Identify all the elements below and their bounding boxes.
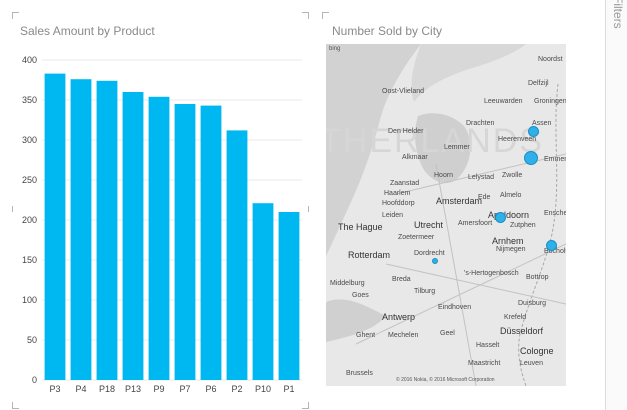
- wadden-sea: [411, 44, 526, 102]
- filters-pane[interactable]: Filters: [605, 0, 627, 410]
- map-place-label: Groningen: [534, 98, 566, 105]
- bar-p7[interactable]: [174, 104, 196, 380]
- map-place-label: Delfzijl: [528, 80, 549, 87]
- x-tick-label: P3: [49, 384, 60, 394]
- bar-p6[interactable]: [200, 105, 222, 380]
- map-place-label: Amersfoort: [458, 220, 493, 227]
- bar-chart-svg: 0 50 100 150 200 250 300 350 400 P3 P4 P18 P13 P9 P7 P6…: [22, 55, 302, 394]
- bar-p4[interactable]: [70, 79, 92, 380]
- map-place-label: Arnhem: [492, 236, 524, 246]
- map-place-label: Ghent: [356, 332, 376, 339]
- map-place-label: The Hague: [338, 222, 383, 232]
- map-place-label: Eindhoven: [438, 304, 472, 311]
- y-tick-label: 400: [22, 55, 37, 65]
- map-place-label: 's-Hertogenbosch: [464, 270, 519, 277]
- x-tick-label: P4: [75, 384, 86, 394]
- map-place-label: Alkmaar: [402, 154, 428, 161]
- map-place-label: Lemmer: [444, 144, 470, 151]
- bar-p1[interactable]: [278, 212, 300, 380]
- bar-p2[interactable]: [226, 130, 248, 380]
- bar-p10[interactable]: [252, 203, 274, 380]
- map-corner-top-left: [322, 12, 329, 19]
- x-tick-label: P18: [99, 384, 115, 394]
- bar-p3[interactable]: [44, 73, 66, 380]
- map-place-label: Leiden: [382, 212, 404, 219]
- map-place-label: Bottrop: [526, 274, 549, 281]
- map-place-label: Amsterdam: [436, 196, 483, 206]
- x-tick-label: P2: [231, 384, 242, 394]
- y-tick-label: 350: [22, 95, 37, 105]
- map-place-label: Lelystad: [468, 174, 495, 181]
- map-place-label: Drachten: [466, 120, 495, 127]
- y-tick-label: 250: [22, 175, 37, 185]
- map-place-label: Cologne: [520, 346, 554, 356]
- map-place-label: Oost-Vlieland: [382, 88, 425, 95]
- map-place-label: Hoofddorp: [382, 200, 415, 207]
- map-place-label: Zaanstad: [390, 180, 420, 187]
- map-place-label: Enschede: [544, 210, 566, 217]
- map-place-label: Haarlem: [384, 190, 411, 197]
- map-place-label: Utrecht: [414, 220, 444, 230]
- y-tick-label: 0: [32, 375, 37, 385]
- y-tick-label: 50: [27, 335, 37, 345]
- bar-p9[interactable]: [148, 96, 170, 381]
- map-place-label: Zutphen: [510, 222, 536, 229]
- map-place-label: Krefeld: [504, 314, 527, 321]
- bing-logo: bing: [329, 46, 341, 52]
- map-place-label: Zwolle: [502, 172, 523, 179]
- map-place-label: Den Helder: [388, 128, 424, 135]
- map-area[interactable]: THERLANDS Noordst Oost-Vlieland Delfzijl Le…: [326, 44, 566, 386]
- map-place-label: Hoorn: [434, 172, 454, 179]
- x-tick-label: P13: [125, 384, 141, 394]
- map-place-label: Rotterdam: [348, 250, 391, 260]
- map-place-label: Geel: [440, 330, 455, 337]
- map-copyright: © 2016 Nokia, © 2016 Microsoft Corporati…: [396, 377, 495, 383]
- bar-p13[interactable]: [122, 92, 144, 380]
- map-place-label: Maastricht: [468, 360, 501, 367]
- map-place-label: Hasselt: [476, 342, 500, 349]
- map-title: Number Sold by City: [332, 24, 443, 38]
- map-visual[interactable]: Number Sold by City THERLANDS Noordst Oos…: [320, 12, 602, 410]
- map-place-label: Noordst: [538, 56, 563, 63]
- map-place-label: Tilburg: [414, 288, 436, 295]
- y-tick-label: 100: [22, 295, 37, 305]
- map-place-label: Heerenveen: [498, 136, 537, 143]
- map-place-label: Brussels: [346, 370, 373, 377]
- city-dot-utrecht[interactable]: [432, 258, 438, 264]
- map-place-label: Middelburg: [330, 280, 365, 287]
- city-dot-enschede[interactable]: [545, 239, 557, 251]
- y-tick-label: 200: [22, 215, 37, 225]
- map-place-label: Düsseldorf: [500, 326, 544, 336]
- map-place-label: Leuven: [520, 360, 543, 367]
- map-place-label: Leeuwarden: [484, 98, 523, 105]
- map-place-label: Nijmegen: [496, 246, 526, 253]
- x-tick-label: P6: [205, 384, 216, 394]
- city-dot-zwolle[interactable]: [494, 211, 506, 223]
- x-tick-label: P9: [153, 384, 164, 394]
- map-place-label: Emmen: [544, 156, 566, 163]
- map-place-label: Breda: [392, 276, 411, 283]
- y-tick-label: 300: [22, 135, 37, 145]
- map-place-label: Antwerp: [382, 312, 416, 322]
- y-tick-label: 150: [22, 255, 37, 265]
- bar-p18[interactable]: [96, 80, 118, 381]
- city-dot-groningen[interactable]: [527, 125, 539, 137]
- map-place-label: Duisburg: [518, 300, 547, 307]
- map-place-label: Mechelen: [388, 332, 419, 339]
- x-tick-label: P7: [179, 384, 190, 394]
- city-dot-assen[interactable]: [524, 151, 538, 165]
- x-tick-label: P10: [255, 384, 271, 394]
- map-place-label: Ede: [478, 194, 491, 201]
- map-place-label: Almelo: [500, 192, 522, 199]
- map-place-label: Dordrecht: [414, 250, 445, 257]
- x-tick-label: P1: [283, 384, 294, 394]
- bar-chart-visual[interactable]: Sales Amount by Product 0 50 100 150 200 250 3…: [0, 12, 312, 410]
- map-place-label: Zoetermeer: [398, 234, 435, 241]
- map-place-label: Goes: [352, 292, 369, 299]
- filters-pane-label[interactable]: Filters: [611, 0, 625, 29]
